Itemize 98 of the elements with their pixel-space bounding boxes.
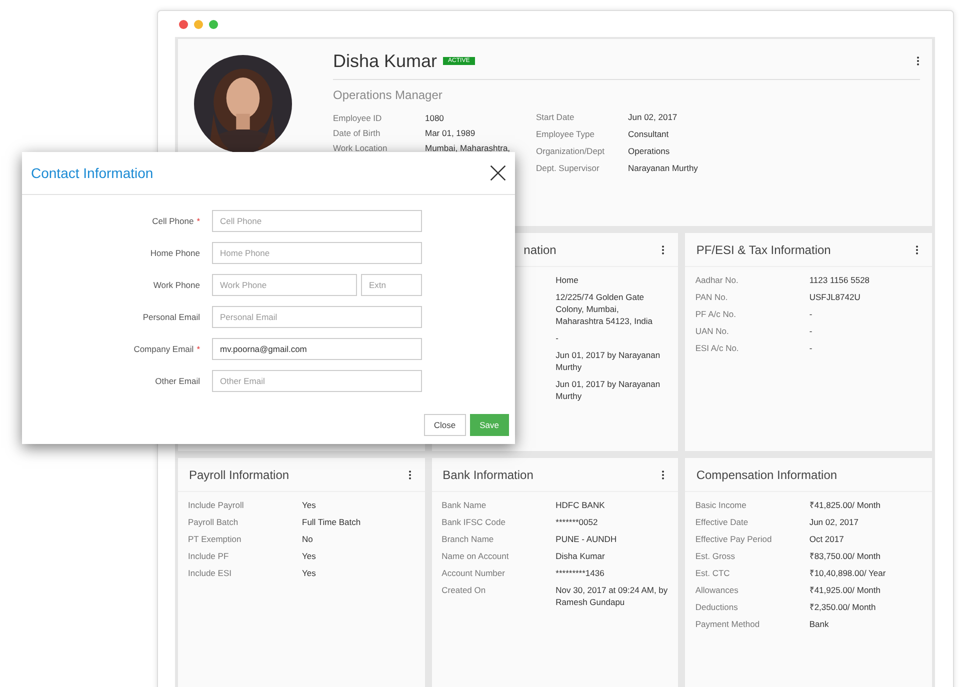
- field-value: ₹41,925.00/ Month: [809, 584, 882, 596]
- field-label: Account Number: [442, 568, 505, 578]
- field-value: Mar 01, 1989: [425, 128, 476, 138]
- field-value: Home: [556, 274, 580, 286]
- more-options-icon[interactable]: [661, 244, 666, 254]
- field-label: Include ESI: [188, 568, 232, 578]
- field-value: Jun 02, 2017: [809, 516, 860, 528]
- input-field[interactable]: mv.poorna@gmail.com: [212, 338, 422, 360]
- field-value: Yes: [302, 567, 317, 579]
- input-field[interactable]: Other Email: [212, 370, 422, 392]
- field-value: Jun 01, 2017 by Narayanan Murthy: [556, 378, 662, 402]
- field-label: Employee Type: [536, 128, 596, 138]
- dialog-title: Contact Information: [31, 165, 154, 181]
- field-value: Yes: [302, 550, 317, 562]
- close-icon[interactable]: [489, 164, 507, 182]
- field-value: HDFC BANK: [556, 499, 606, 511]
- field-label: ESI A/c No.: [695, 343, 739, 353]
- field-value: USFJL8742U: [809, 291, 862, 303]
- field-value: Full Time Batch: [302, 516, 362, 528]
- field-label: Payroll Batch: [188, 517, 238, 527]
- close-button[interactable]: Close: [424, 414, 466, 436]
- field-label: Home Phone: [149, 248, 201, 258]
- field-label: Other Email: [154, 376, 201, 386]
- field-label: Branch Name: [442, 534, 494, 544]
- field-label: Payment Method: [695, 619, 760, 629]
- field-label: Dept. Supervisor: [536, 162, 600, 172]
- field-label: Company Email *: [132, 344, 201, 354]
- field-value: Oct 2017: [809, 533, 845, 545]
- field-value: Operations: [628, 146, 670, 156]
- field-value: No: [302, 533, 314, 545]
- job-title: Operations Manager: [333, 88, 444, 102]
- field-label: Basic Income: [695, 500, 746, 510]
- field-value: ₹10,40,898.00/ Year: [809, 567, 887, 579]
- field-label: Created On: [442, 585, 486, 595]
- field-label: Deductions: [695, 602, 738, 612]
- window-control-dot[interactable]: [209, 20, 218, 28]
- field-label: PT Exemption: [188, 534, 242, 544]
- field-label: Include Payroll: [188, 500, 244, 510]
- field-label: PAN No.: [695, 292, 728, 302]
- field-label: Work Phone: [152, 280, 201, 290]
- field-value: -: [556, 332, 560, 344]
- field-label: Est. CTC: [695, 568, 730, 578]
- field-value: ₹2,350.00/ Month: [809, 601, 877, 613]
- field-label: Aadhar No.: [695, 275, 738, 285]
- extension-field[interactable]: Extn: [361, 274, 422, 296]
- field-value: Narayanan Murthy: [628, 162, 698, 172]
- field-value: -: [809, 308, 814, 320]
- field-label: Effective Date: [695, 517, 748, 527]
- card-title: Bank Information: [442, 468, 534, 482]
- input-field[interactable]: Personal Email: [212, 306, 422, 328]
- field-label: Allowances: [695, 585, 738, 595]
- field-label: Cell Phone *: [151, 216, 201, 226]
- card-title: nation: [524, 242, 556, 256]
- field-value: PUNE - AUNDH: [556, 533, 618, 545]
- field-value: ₹41,825.00/ Month: [809, 499, 882, 511]
- field-value: -: [809, 342, 814, 354]
- field-value: Consultant: [628, 128, 669, 138]
- field-label: Work Location: [333, 142, 388, 152]
- field-value: 12/225/74 Golden Gate Colony, Mumbai, Maharashtra 54123, India: [556, 291, 654, 327]
- field-label: Date of Birth: [333, 128, 382, 138]
- field-label: PF A/c No.: [695, 309, 736, 319]
- more-options-icon[interactable]: [915, 244, 919, 254]
- field-value: Jun 02, 2017: [628, 112, 678, 122]
- field-label: Organization/Dept: [536, 146, 606, 156]
- field-value: Nov 30, 2017 at 09:24 AM, by Ramesh Gundapu: [556, 584, 668, 608]
- more-options-icon[interactable]: [408, 470, 412, 480]
- field-value: ₹83,750.00/ Month: [809, 550, 882, 562]
- field-label: Include PF: [188, 551, 229, 561]
- field-value: 1080: [425, 112, 444, 122]
- field-label: Personal Email: [142, 312, 201, 322]
- field-label: Start Date: [536, 112, 576, 122]
- field-label: Employee ID: [333, 112, 383, 122]
- input-field[interactable]: Cell Phone: [212, 210, 422, 232]
- field-label: UAN No.: [695, 326, 729, 336]
- card-title: Compensation Information: [696, 468, 838, 482]
- field-value: Disha Kumar: [556, 550, 606, 562]
- field-value: Yes: [302, 499, 317, 511]
- window-control-dot[interactable]: [179, 20, 188, 28]
- card-title: Payroll Information: [189, 468, 290, 482]
- field-label: Name on Account: [442, 551, 509, 561]
- more-options-icon[interactable]: [661, 470, 666, 480]
- more-options-icon[interactable]: [916, 56, 920, 66]
- employee-name: Disha Kumar: [333, 50, 438, 72]
- field-value: -: [809, 325, 814, 337]
- window-control-dot[interactable]: [194, 20, 203, 28]
- field-label: Effective Pay Period: [695, 534, 772, 544]
- field-value: *********1436: [556, 567, 606, 579]
- field-label: Est. Gross: [695, 551, 736, 561]
- field-value: *******0052: [556, 516, 599, 528]
- field-value: 1123 1156 5528: [809, 274, 871, 286]
- field-label: Bank IFSC Code: [442, 517, 506, 527]
- input-field[interactable]: Home Phone: [212, 242, 422, 264]
- input-field[interactable]: Work Phone: [212, 274, 357, 296]
- field-label: Bank Name: [442, 500, 486, 510]
- field-value: Jun 01, 2017 by Narayanan Murthy: [556, 349, 662, 373]
- field-value: Mumbai, Maharashtra,: [425, 142, 510, 152]
- card-title: PF/ESI & Tax Information: [696, 242, 831, 256]
- field-value: Bank: [809, 618, 830, 630]
